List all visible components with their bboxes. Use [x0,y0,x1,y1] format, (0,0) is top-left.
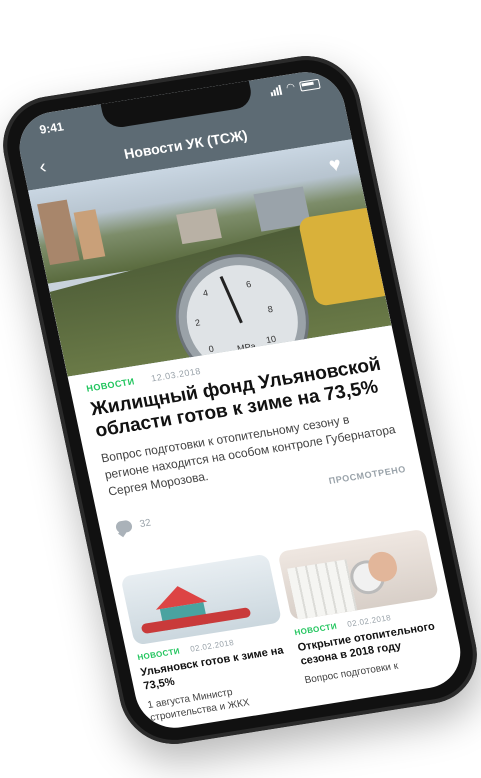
status-time: 9:41 [38,119,65,137]
gauge-number: 6 [245,278,253,290]
status-icons: ◠ [270,78,321,97]
comments-count: 32 [138,517,152,530]
signal-icon [270,84,283,97]
news-card[interactable]: НОВОСТИ 02.02.2018 Открытие отопительног… [277,528,456,700]
news-card[interactable]: НОВОСТИ 02.02.2018 Ульяновск готов к зим… [120,553,299,725]
phone-frame: 9:41 ◠ ‹ Новости УК (ТСЖ) 0 2 4 6 8 10 M… [0,48,481,752]
house-photo [120,553,283,646]
related-news: НОВОСТИ 02.02.2018 Ульяновск готов к зим… [120,528,456,725]
phone-mockup: 9:41 ◠ ‹ Новости УК (ТСЖ) 0 2 4 6 8 10 M… [0,48,481,752]
article-date: 12.03.2018 [150,365,202,384]
gauge-needle [219,276,243,324]
radiator-photo [277,528,440,621]
gauge-number: 4 [202,287,210,299]
gauge-number: 8 [266,303,274,315]
category-badge: НОВОСТИ [85,376,136,394]
battery-icon [298,78,321,92]
wifi-icon: ◠ [285,81,297,94]
gauge-number: 2 [194,317,202,328]
phone-screen: 9:41 ◠ ‹ Новости УК (ТСЖ) 0 2 4 6 8 10 M… [12,66,468,734]
comment-bubble-icon [114,519,134,534]
